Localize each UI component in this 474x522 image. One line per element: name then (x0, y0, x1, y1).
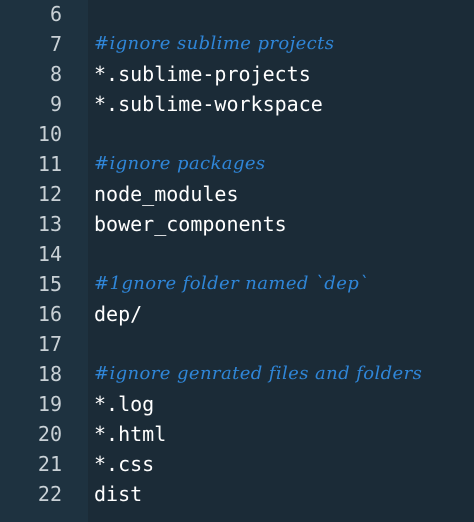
code-editor[interactable]: 6 7 8 9 10 11 12 13 14 15 16 17 18 19 20… (0, 0, 474, 522)
code-line-comment[interactable]: #ignore packages (94, 149, 474, 179)
code-line-blank[interactable] (94, 119, 474, 149)
line-number: 18 (37, 362, 62, 386)
line-number: 21 (37, 452, 62, 476)
line-number: 9 (49, 92, 62, 116)
code-line-comment[interactable]: #ignore sublime projects (94, 29, 474, 59)
code-line-blank[interactable] (94, 0, 474, 29)
code-line[interactable]: bower_components (94, 209, 474, 239)
line-number: 8 (49, 62, 62, 86)
line-number: 6 (49, 2, 62, 26)
line-number: 13 (37, 212, 62, 236)
code-line[interactable]: *.sublime-projects (94, 59, 474, 89)
code-line[interactable]: *.sublime-workspace (94, 89, 474, 119)
code-line[interactable]: dist (94, 479, 474, 509)
code-area[interactable]: #ignore sublime projects *.sublime-proje… (88, 0, 474, 522)
code-line[interactable]: *.log (94, 389, 474, 419)
line-number: 22 (37, 482, 62, 506)
line-number: 12 (37, 182, 62, 206)
line-number: 7 (49, 32, 62, 56)
line-number: 16 (37, 302, 62, 326)
code-line-blank[interactable] (94, 329, 474, 359)
code-line-blank[interactable] (94, 239, 474, 269)
code-line-comment[interactable]: #1gnore folder named `dep` (94, 269, 474, 299)
code-line[interactable]: *.css (94, 449, 474, 479)
code-line[interactable]: *.html (94, 419, 474, 449)
code-line[interactable]: node_modules (94, 179, 474, 209)
line-number-gutter: 6 7 8 9 10 11 12 13 14 15 16 17 18 19 20… (0, 0, 88, 522)
line-number: 19 (37, 392, 62, 416)
line-number: 11 (37, 152, 62, 176)
line-number: 15 (37, 272, 62, 296)
code-line-comment[interactable]: #ignore genrated files and folders (94, 359, 474, 389)
line-number: 17 (37, 332, 62, 356)
line-number: 20 (37, 422, 62, 446)
line-number: 14 (37, 242, 62, 266)
line-number: 10 (37, 122, 62, 146)
code-line[interactable]: dep/ (94, 299, 474, 329)
